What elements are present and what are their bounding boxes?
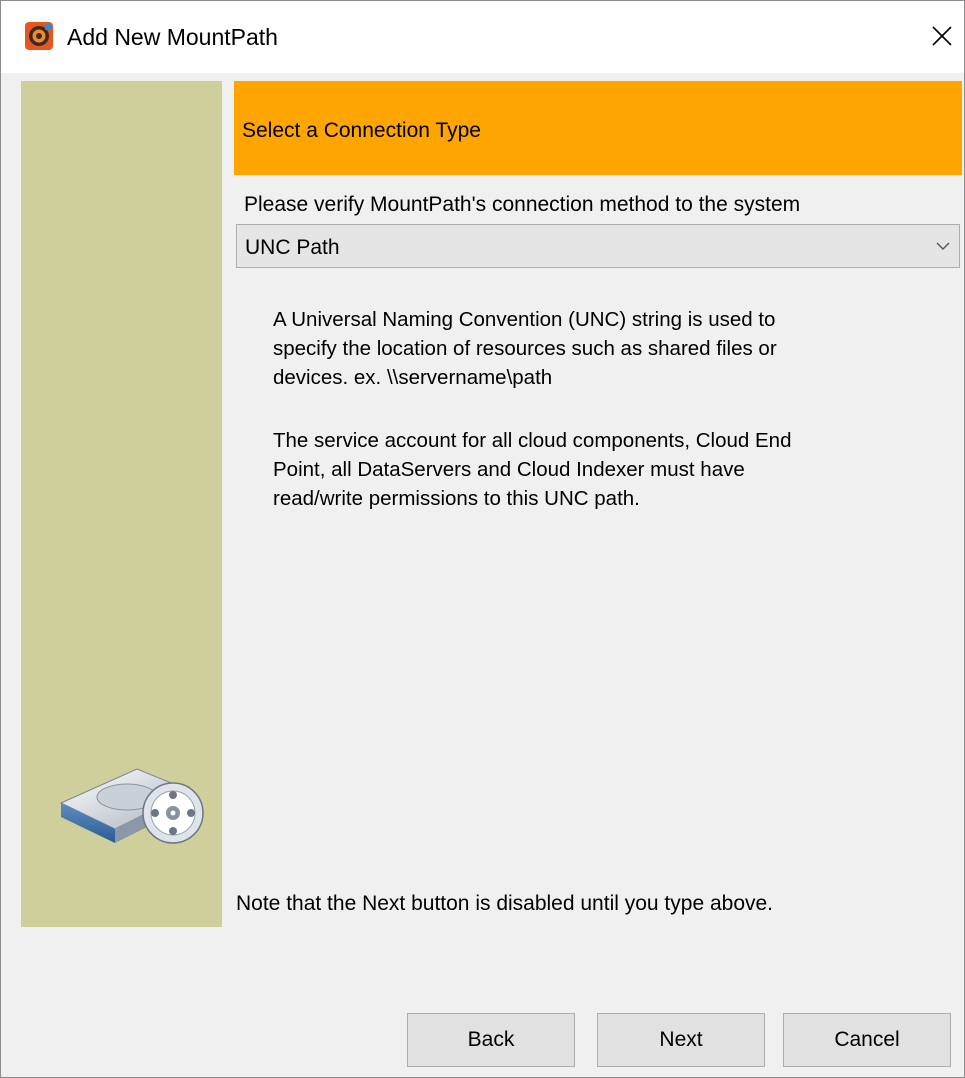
window-title: Add New MountPath <box>67 24 278 50</box>
unc-description: A Universal Naming Convention (UNC) stri… <box>273 308 777 389</box>
connection-type-value: UNC Path <box>245 236 340 259</box>
add-mountpath-dialog: Add New MountPath Select a Connection Ty… <box>0 0 965 1078</box>
next-disabled-note: Note that the Next button is disabled un… <box>236 892 774 915</box>
cancel-button[interactable]: Cancel <box>783 1013 951 1067</box>
step-title: Select a Connection Type <box>242 119 481 142</box>
app-icon <box>25 22 53 50</box>
hard-drive-icon <box>55 751 205 856</box>
step-header: Select a Connection Type <box>234 81 962 175</box>
close-button[interactable] <box>919 15 963 59</box>
back-button[interactable]: Back <box>407 1013 575 1067</box>
title-bar: Add New MountPath <box>1 1 964 73</box>
connection-type-select[interactable]: UNC Path <box>236 224 960 268</box>
wizard-sidebar <box>21 81 222 927</box>
close-icon <box>932 26 952 46</box>
permissions-description: The service account for all cloud compon… <box>273 429 792 510</box>
next-button[interactable]: Next <box>597 1013 765 1067</box>
chevron-down-icon <box>935 239 951 253</box>
connection-prompt: Please verify MountPath's connection met… <box>244 193 801 216</box>
